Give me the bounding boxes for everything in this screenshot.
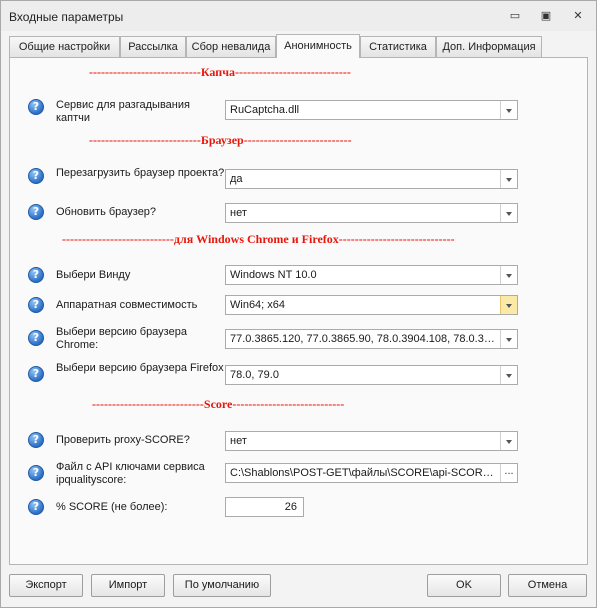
help-icon[interactable]: ? [28, 297, 44, 313]
tab-anonymity[interactable]: Анонимность [276, 34, 360, 58]
chevron-down-icon[interactable] [500, 432, 517, 450]
reload-browser-select[interactable]: да [225, 169, 518, 189]
hardware-compat-label: Аппаратная совместимость [56, 299, 198, 311]
defaults-button[interactable]: По умолчанию [173, 574, 271, 597]
section-windows-chrome-firefox-header: ----------------------------для Windows … [62, 232, 455, 246]
tab-invalid-collection[interactable]: Сбор невалида [186, 36, 276, 57]
cancel-button[interactable]: Отмена [508, 574, 587, 597]
section-score-header: ----------------------------Score-------… [92, 397, 345, 411]
window-title: Входные параметры [9, 10, 124, 24]
firefox-version-value: 78.0, 79.0 [230, 369, 279, 381]
ok-button[interactable]: OK [427, 574, 501, 597]
windows-version-value: Windows NT 10.0 [230, 269, 317, 281]
tab-additional-info[interactable]: Доп. Информация [436, 36, 542, 57]
chevron-down-icon[interactable] [500, 366, 517, 384]
check-proxy-score-value: нет [230, 435, 247, 447]
update-browser-select[interactable]: нет [225, 203, 518, 223]
tab-statistics[interactable]: Статистика [360, 36, 436, 57]
help-icon[interactable]: ? [28, 465, 44, 481]
chrome-version-select[interactable]: 77.0.3865.120, 77.0.3865.90, 78.0.3904.1… [225, 329, 518, 349]
firefox-version-label: Выбери версию браузера Firefox [56, 362, 224, 374]
api-key-file-input[interactable]: C:\Shablons\POST-GET\файлы\SCORE\api-SCO… [225, 463, 518, 483]
windows-version-label: Выбери Винду [56, 269, 131, 281]
export-button[interactable]: Экспорт [9, 574, 83, 597]
reload-browser-value: да [230, 173, 243, 185]
update-browser-label: Обновить браузер? [56, 206, 157, 218]
check-proxy-score-label: Проверить proxy-SCORE? [56, 434, 190, 446]
hardware-compat-value: Win64; x64 [230, 299, 286, 311]
help-icon[interactable]: ? [28, 204, 44, 220]
score-percent-input[interactable]: 26 [225, 497, 304, 517]
chevron-down-icon[interactable] [500, 296, 517, 314]
tab-mailing[interactable]: Рассылка [120, 36, 186, 57]
import-button[interactable]: Импорт [91, 574, 165, 597]
chevron-down-icon[interactable] [500, 170, 517, 188]
help-icon[interactable]: ? [28, 267, 44, 283]
browse-ellipsis-icon[interactable]: ... [500, 464, 517, 482]
update-browser-value: нет [230, 207, 247, 219]
title-bar: Входные параметры ▭ ▣ ✕ [1, 1, 596, 31]
maximize-icon[interactable]: ▣ [535, 7, 557, 25]
windows-version-select[interactable]: Windows NT 10.0 [225, 265, 518, 285]
help-icon[interactable]: ? [28, 330, 44, 346]
score-percent-label: % SCORE (не более): [56, 501, 168, 513]
help-icon[interactable]: ? [28, 168, 44, 184]
reload-browser-label: Перезагрузить браузер проекта? [56, 167, 225, 179]
captcha-service-label: Сервис для разгадывания каптчи [56, 99, 190, 124]
api-key-file-label: Файл с API ключами сервиса ipqualityscor… [56, 461, 205, 486]
help-icon[interactable]: ? [28, 499, 44, 515]
minimize-icon[interactable]: ▭ [504, 7, 526, 25]
hardware-compat-select[interactable]: Win64; x64 [225, 295, 518, 315]
section-captcha-header: ----------------------------Капча-------… [89, 65, 351, 79]
chevron-down-icon[interactable] [500, 266, 517, 284]
settings-panel: ----------------------------Капча-------… [9, 57, 588, 565]
help-icon[interactable]: ? [28, 99, 44, 115]
chevron-down-icon[interactable] [500, 330, 517, 348]
chevron-down-icon[interactable] [500, 101, 517, 119]
tab-general-settings[interactable]: Общие настройки [9, 36, 120, 57]
chevron-down-icon[interactable] [500, 204, 517, 222]
captcha-service-select[interactable]: RuCaptcha.dll [225, 100, 518, 120]
chrome-version-value: 77.0.3865.120, 77.0.3865.90, 78.0.3904.1… [230, 333, 517, 345]
help-icon[interactable]: ? [28, 366, 44, 382]
chrome-version-label: Выбери версию браузера Chrome: [56, 326, 187, 351]
help-icon[interactable]: ? [28, 432, 44, 448]
captcha-service-value: RuCaptcha.dll [230, 104, 300, 116]
firefox-version-select[interactable]: 78.0, 79.0 [225, 365, 518, 385]
section-browser-header: ----------------------------Браузер-----… [89, 133, 352, 147]
close-icon[interactable]: ✕ [567, 7, 589, 25]
dialog-window: Входные параметры ▭ ▣ ✕ Общие настройки … [0, 0, 597, 608]
check-proxy-score-select[interactable]: нет [225, 431, 518, 451]
api-key-file-value: C:\Shablons\POST-GET\файлы\SCORE\api-SCO… [230, 467, 505, 479]
